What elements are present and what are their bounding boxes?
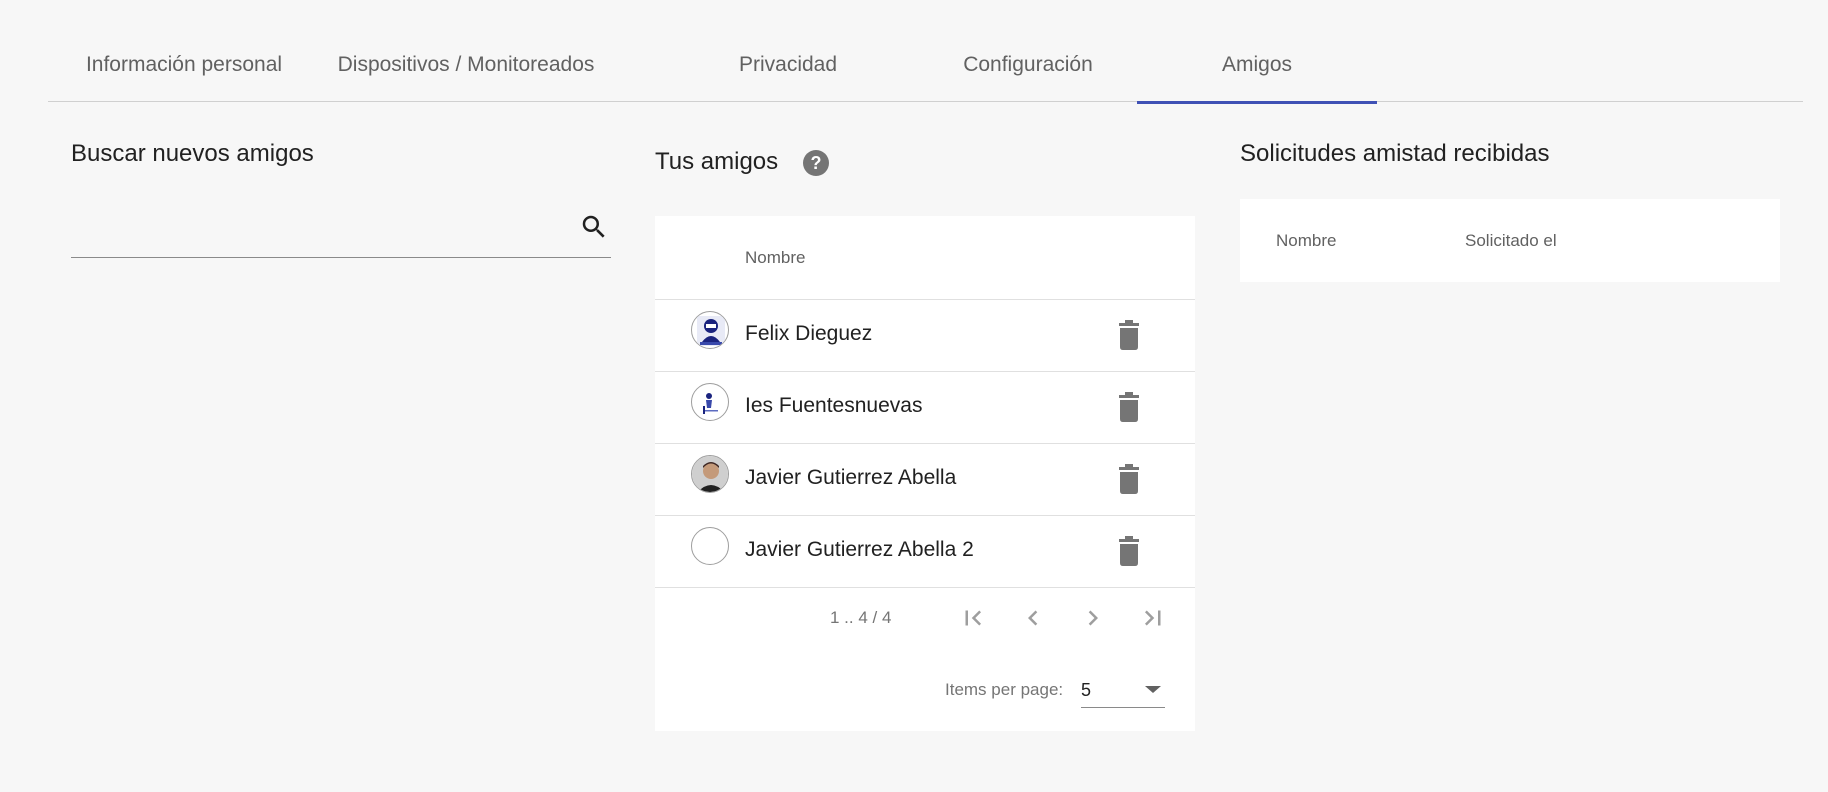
search-icon[interactable] [579,212,609,242]
column-header-nombre: Nombre [745,248,806,267]
tab-privacidad[interactable]: Privacidad [668,28,908,102]
chevron-down-icon [1145,686,1161,693]
last-page-icon[interactable] [1136,601,1170,635]
search-section-title: Buscar nuevos amigos [71,140,314,167]
friend-name: Javier Gutierrez Abella [745,466,957,489]
table-row: Javier Gutierrez Abella 2 [655,515,1195,587]
items-per-page-label: Items per page: [945,680,1064,699]
friend-name: Javier Gutierrez Abella 2 [745,538,974,561]
table-row: Ies Fuentesnuevas [655,371,1195,443]
first-page-icon[interactable] [956,601,990,635]
tab-bar: Información personal Dispositivos / Moni… [48,28,1803,104]
search-input[interactable] [71,210,561,250]
delete-icon[interactable] [1117,392,1141,422]
help-icon[interactable]: ? [803,150,829,176]
column-header-nombre: Nombre [1276,231,1337,250]
items-per-page-value: 5 [1081,680,1092,700]
friends-table: Nombre Felix Dieguez Ies Fuentesnuevas J… [655,216,1195,731]
next-page-icon[interactable] [1076,601,1110,635]
delete-icon[interactable] [1117,536,1141,566]
friends-section-title: Tus amigos [655,148,779,175]
tab-dispositivos[interactable]: Dispositivos / Monitoreados [320,28,612,102]
table-row: Felix Dieguez [655,299,1195,371]
previous-page-icon[interactable] [1016,601,1050,635]
table-divider [655,587,1195,588]
items-per-page-select[interactable]: 5 [1081,672,1165,708]
tab-informacion-personal[interactable]: Información personal [48,28,320,102]
table-row: Javier Gutierrez Abella [655,443,1195,515]
friend-name: Ies Fuentesnuevas [745,394,923,417]
avatar [691,311,729,349]
delete-icon[interactable] [1117,320,1141,350]
column-header-solicitado: Solicitado el [1465,231,1557,250]
tab-amigos[interactable]: Amigos [1137,28,1377,104]
avatar [691,455,729,493]
search-field [71,200,611,258]
avatar [691,383,729,421]
requests-table: Nombre Solicitado el [1240,199,1780,282]
friend-name: Felix Dieguez [745,322,873,345]
tab-configuracion[interactable]: Configuración [908,28,1148,102]
avatar [691,527,729,565]
requests-section-title: Solicitudes amistad recibidas [1240,140,1550,167]
delete-icon[interactable] [1117,464,1141,494]
paginator-range: 1 .. 4 / 4 [830,608,892,627]
